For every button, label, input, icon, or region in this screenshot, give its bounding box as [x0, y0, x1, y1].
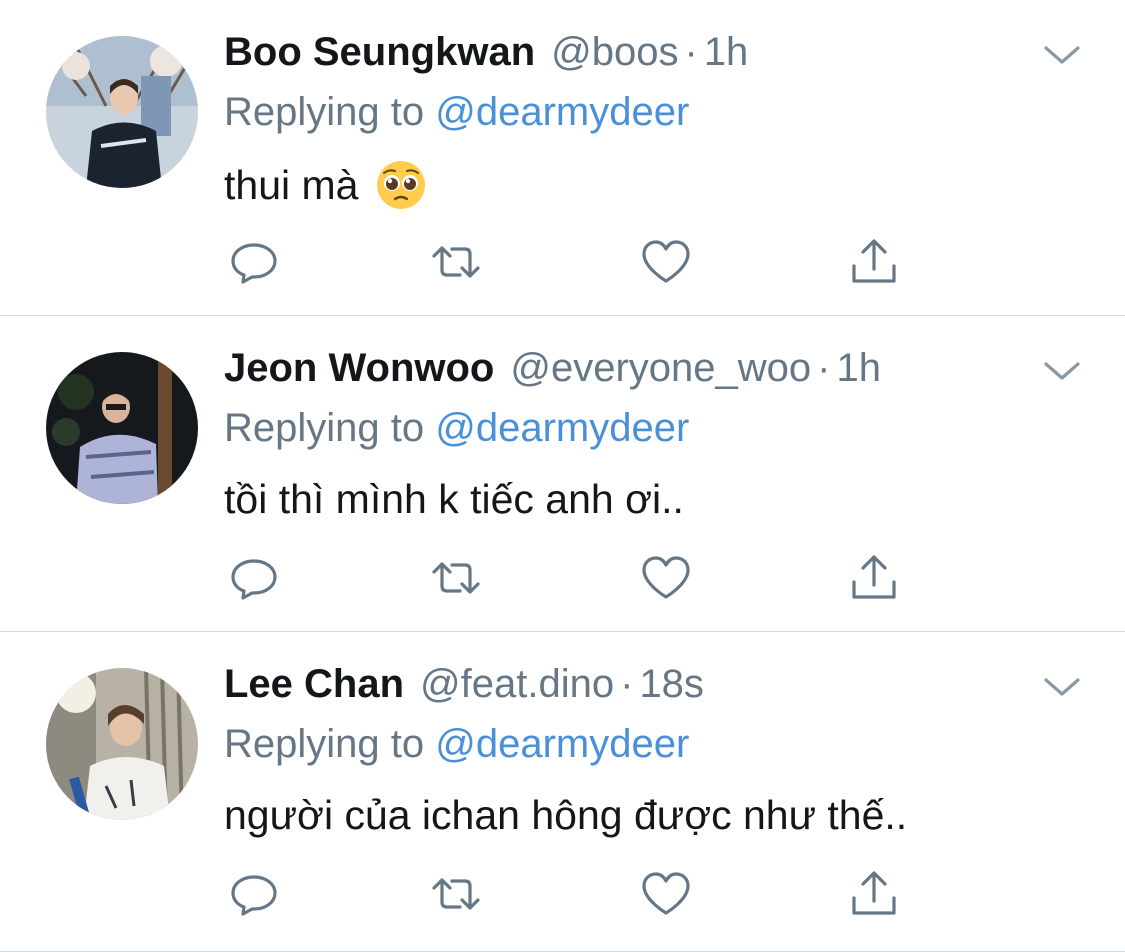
tweet-actions — [228, 552, 908, 608]
tweet-actions — [228, 868, 908, 924]
tweet-text: tồi thì mình k tiếc anh ơi.. — [224, 476, 684, 523]
like-button[interactable] — [640, 552, 692, 604]
avatar-image — [46, 352, 198, 504]
timestamp[interactable]: 18s — [639, 662, 704, 707]
share-button[interactable] — [848, 552, 900, 604]
reply-icon — [231, 875, 277, 916]
reply-icon — [231, 243, 277, 284]
tweet-item[interactable]: Jeon Wonwoo @everyone_woo · 1h Replying … — [0, 316, 1125, 632]
reply-button[interactable] — [228, 552, 280, 604]
tweet-item[interactable]: Boo Seungkwan @boos · 1h Replying to @de… — [0, 0, 1125, 316]
reply-button[interactable] — [228, 236, 280, 288]
separator-dot: · — [684, 30, 698, 74]
timestamp[interactable]: 1h — [836, 346, 881, 391]
mention-link[interactable]: @dearmydeer — [435, 722, 689, 766]
retweet-button[interactable] — [430, 868, 482, 920]
like-icon — [642, 872, 690, 915]
retweet-icon — [432, 562, 480, 594]
display-name[interactable]: Boo Seungkwan — [224, 30, 535, 75]
retweet-button[interactable] — [430, 552, 482, 604]
replying-prefix: Replying to — [224, 90, 425, 134]
share-button[interactable] — [848, 236, 900, 288]
mention-link[interactable]: @dearmydeer — [435, 406, 689, 450]
tweet-text-content: tồi thì mình k tiếc anh ơi.. — [224, 476, 684, 522]
avatar-image — [46, 668, 198, 820]
user-handle[interactable]: @boos — [551, 30, 678, 75]
tweet-text-content: thui mà — [224, 161, 359, 208]
tweet-item[interactable]: Lee Chan @feat.dino · 18s Replying to @d… — [0, 632, 1125, 952]
retweet-button[interactable] — [430, 236, 482, 288]
chevron-down-icon[interactable] — [1040, 356, 1084, 386]
replying-prefix: Replying to — [224, 406, 425, 450]
user-handle[interactable]: @everyone_woo — [510, 346, 811, 391]
chevron-down-icon[interactable] — [1040, 672, 1084, 702]
replying-to: Replying to @dearmydeer — [224, 722, 689, 767]
share-icon — [852, 555, 896, 599]
pleading-face-emoji — [377, 161, 426, 209]
reply-icon — [231, 559, 277, 600]
avatar[interactable] — [46, 352, 198, 504]
replying-prefix: Replying to — [224, 722, 425, 766]
reply-button[interactable] — [228, 868, 280, 920]
like-button[interactable] — [640, 868, 692, 920]
chevron-down-icon[interactable] — [1040, 40, 1084, 70]
display-name[interactable]: Jeon Wonwoo — [224, 346, 494, 391]
separator-dot: · — [620, 662, 634, 706]
tweet-text: thui mà — [224, 160, 426, 210]
tweet-text: người của ichan hông được như thế.. — [224, 792, 907, 839]
like-icon — [642, 240, 690, 283]
replying-to: Replying to @dearmydeer — [224, 90, 689, 135]
share-icon — [852, 239, 896, 283]
timestamp[interactable]: 1h — [704, 30, 749, 75]
retweet-icon — [432, 246, 480, 278]
like-icon — [642, 556, 690, 599]
avatar[interactable] — [46, 668, 198, 820]
retweet-icon — [432, 878, 480, 910]
avatar-image — [46, 36, 198, 188]
share-icon — [852, 871, 896, 915]
mention-link[interactable]: @dearmydeer — [435, 90, 689, 134]
share-button[interactable] — [848, 868, 900, 920]
display-name[interactable]: Lee Chan — [224, 662, 404, 707]
tweet-actions — [228, 236, 908, 292]
user-handle[interactable]: @feat.dino — [420, 662, 614, 707]
avatar[interactable] — [46, 36, 198, 188]
replying-to: Replying to @dearmydeer — [224, 406, 689, 451]
tweet-text-content: người của ichan hông được như thế.. — [224, 792, 908, 838]
like-button[interactable] — [640, 236, 692, 288]
separator-dot: · — [817, 346, 831, 390]
